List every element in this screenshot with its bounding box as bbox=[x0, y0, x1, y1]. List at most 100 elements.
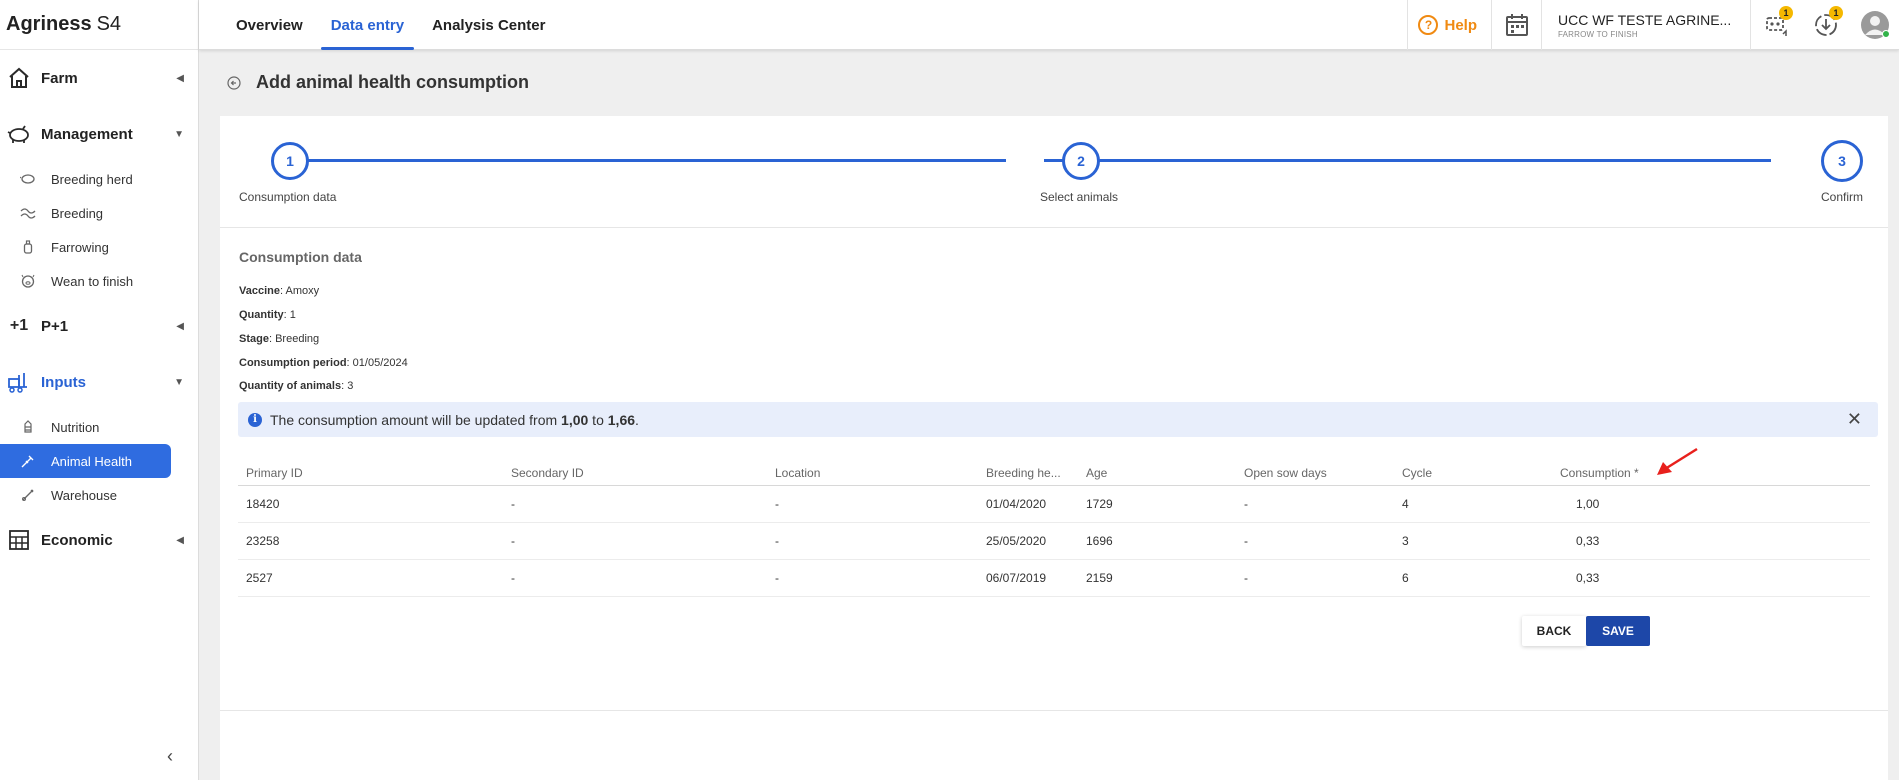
close-icon[interactable]: ✕ bbox=[1847, 410, 1862, 428]
bottle-icon bbox=[20, 239, 36, 255]
column-header-open-sow-days[interactable]: Open sow days bbox=[1236, 456, 1394, 485]
consumption-card: 1 2 3 Consumption data Select animals Co… bbox=[220, 116, 1888, 780]
cell-location: - bbox=[775, 497, 779, 511]
quantity-label: Quantity bbox=[239, 309, 284, 321]
sow-icon bbox=[20, 171, 36, 187]
info-from-value: 1,00 bbox=[561, 411, 589, 428]
help-label: Help bbox=[1444, 16, 1477, 34]
collapse-sidebar-icon[interactable]: ‹ bbox=[160, 746, 180, 766]
cell-primary-id: 2527 bbox=[246, 571, 273, 585]
cell-consumption[interactable]: 1,00 bbox=[1568, 486, 1708, 522]
quantity-field: Quantity: 1 bbox=[239, 309, 296, 321]
cell-cycle: 6 bbox=[1402, 571, 1409, 585]
cell-age: 1696 bbox=[1086, 534, 1113, 548]
cell-secondary-id: - bbox=[511, 497, 515, 511]
back-button[interactable]: BACK bbox=[1522, 616, 1586, 646]
info-prefix: The consumption amount will be updated f… bbox=[270, 411, 562, 428]
sidebar-item-breeding-herd[interactable]: Breeding herd bbox=[0, 162, 171, 196]
table-row[interactable]: 23258 - - 25/05/2020 1696 - 3 0,33 bbox=[238, 523, 1870, 560]
sidebar-item-label: Warehouse bbox=[51, 487, 117, 503]
sidebar-item-animal-health[interactable]: Animal Health bbox=[0, 444, 171, 478]
annotation-arrow-icon bbox=[1657, 447, 1698, 475]
home-icon bbox=[6, 65, 32, 91]
sidebar-item-label: Breeding herd bbox=[51, 171, 133, 187]
cell-primary-id: 23258 bbox=[246, 534, 280, 548]
cell-age: 1729 bbox=[1086, 497, 1113, 511]
caret-down-icon: ▼ bbox=[174, 376, 184, 388]
sidebar-section-economic[interactable]: Economic ◀ bbox=[0, 512, 198, 568]
column-header-age[interactable]: Age bbox=[1078, 456, 1236, 485]
question-icon: ? bbox=[1418, 15, 1439, 35]
farm-name: UCC WF TESTE AGRINE... bbox=[1558, 12, 1732, 28]
cell-consumption[interactable]: 0,33 bbox=[1568, 560, 1708, 596]
sidebar-item-nutrition[interactable]: Nutrition bbox=[0, 410, 171, 444]
caret-left-icon: ◀ bbox=[176, 534, 184, 546]
column-header-cycle[interactable]: Cycle bbox=[1394, 456, 1552, 485]
sidebar-section-p1[interactable]: +1 P+1 ◀ bbox=[0, 298, 198, 354]
sidebar-section-label: Economic bbox=[41, 531, 113, 549]
table-header-row: Primary ID Secondary ID Location Breedin… bbox=[238, 456, 1870, 486]
step-2[interactable]: 2 bbox=[1062, 142, 1100, 180]
info-icon: i bbox=[248, 412, 262, 427]
cell-breeding-herd: 06/07/2019 bbox=[986, 571, 1047, 585]
sidebar-item-label: Breeding bbox=[51, 205, 104, 221]
sidebar-section-label: Farm bbox=[41, 69, 78, 87]
table-row[interactable]: 2527 - - 06/07/2019 2159 - 6 0,33 bbox=[238, 560, 1870, 597]
cell-age: 2159 bbox=[1086, 571, 1113, 585]
save-button[interactable]: SAVE bbox=[1586, 616, 1650, 646]
stage-value: Breeding bbox=[275, 333, 320, 345]
farm-type: FARROW TO FINISH bbox=[1558, 30, 1638, 39]
step-3[interactable]: 3 bbox=[1821, 140, 1863, 182]
farm-selector[interactable]: UCC WF TESTE AGRINE... FARROW TO FINISH bbox=[1541, 0, 1751, 50]
tab-overview[interactable]: Overview bbox=[226, 0, 313, 50]
pig-icon bbox=[6, 121, 32, 147]
animals-table: Primary ID Secondary ID Location Breedin… bbox=[238, 456, 1870, 597]
sidebar-section-label: P+1 bbox=[41, 317, 69, 335]
sidebar-item-farrowing[interactable]: Farrowing bbox=[0, 230, 171, 264]
consumption-period-field: Consumption period: 01/05/2024 bbox=[239, 357, 408, 369]
sidebar-section-inputs[interactable]: Inputs ▼ bbox=[0, 354, 198, 410]
info-suffix: . bbox=[635, 411, 639, 428]
cell-consumption[interactable]: 0,33 bbox=[1568, 523, 1708, 559]
cell-breeding-herd: 25/05/2020 bbox=[986, 534, 1047, 548]
sidebar-item-warehouse[interactable]: Warehouse bbox=[0, 478, 171, 512]
main-tabs: Overview Data entry Analysis Center bbox=[226, 0, 563, 50]
info-text: The consumption amount will be updated f… bbox=[270, 412, 639, 428]
stage-label: Stage bbox=[239, 333, 269, 345]
caret-left-icon: ◀ bbox=[176, 320, 184, 332]
column-header-primary-id[interactable]: Primary ID bbox=[238, 456, 503, 485]
quantity-of-animals-value: 3 bbox=[347, 380, 354, 392]
robot-notifications-button[interactable]: 1 bbox=[1751, 0, 1801, 50]
help-button[interactable]: ? Help bbox=[1407, 0, 1491, 50]
sidebar-section-farm[interactable]: Farm ◀ bbox=[0, 50, 198, 106]
back-arrow-icon[interactable] bbox=[226, 75, 242, 91]
step-1[interactable]: 1 bbox=[271, 142, 309, 180]
tab-analysis-center[interactable]: Analysis Center bbox=[422, 0, 555, 50]
sidebar-item-breeding[interactable]: Breeding bbox=[0, 196, 171, 230]
column-header-breeding-herd[interactable]: Breeding he... bbox=[978, 456, 1078, 485]
sidebar-item-wean-to-finish[interactable]: Wean to finish bbox=[0, 264, 171, 298]
plus-one-icon: +1 bbox=[9, 317, 29, 334]
forklift-icon bbox=[6, 369, 32, 395]
consumption-period-label: Consumption period bbox=[239, 357, 347, 369]
table-row[interactable]: 18420 - - 01/04/2020 1729 - 4 1,00 bbox=[238, 486, 1870, 523]
card-footer bbox=[220, 710, 1888, 780]
online-status-dot bbox=[1882, 30, 1890, 38]
stepper-line-2 bbox=[1044, 159, 1771, 162]
caret-left-icon: ◀ bbox=[176, 72, 184, 84]
syringe-icon bbox=[20, 453, 36, 469]
column-header-location[interactable]: Location bbox=[767, 456, 978, 485]
tab-data-entry[interactable]: Data entry bbox=[320, 0, 415, 50]
user-menu[interactable] bbox=[1851, 0, 1899, 50]
brand-name: Agriness bbox=[6, 13, 92, 35]
step-1-label: Consumption data bbox=[239, 190, 337, 204]
brand-logo[interactable]: Agriness S4 bbox=[0, 0, 198, 50]
tool-icon bbox=[20, 487, 36, 503]
sidebar-section-management[interactable]: Management ▼ bbox=[0, 106, 198, 162]
calendar-button[interactable] bbox=[1491, 0, 1541, 50]
downloads-button[interactable]: 1 bbox=[1801, 0, 1851, 50]
vaccine-label: Vaccine bbox=[239, 285, 280, 297]
topbar: Overview Data entry Analysis Center ? He… bbox=[199, 0, 1899, 50]
topbar-actions: ? Help UCC WF TESTE AGRINE... FARROW TO … bbox=[1407, 0, 1899, 50]
column-header-secondary-id[interactable]: Secondary ID bbox=[503, 456, 767, 485]
